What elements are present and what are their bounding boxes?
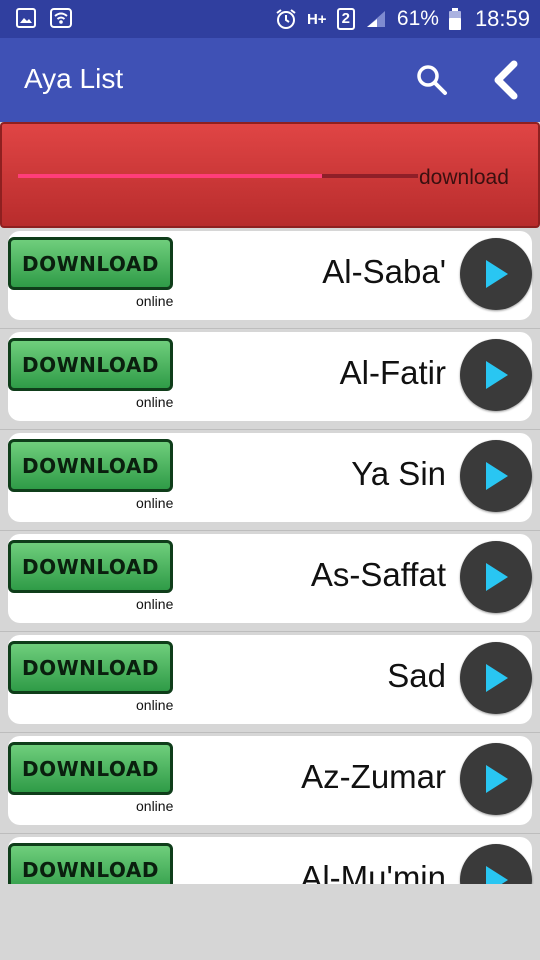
page-title: Aya List — [24, 63, 124, 94]
download-button[interactable]: DOWNLOAD — [8, 540, 173, 593]
aya-title: Ya Sin — [351, 455, 446, 492]
aya-title: Al-Fatir — [339, 354, 446, 391]
play-icon — [486, 765, 508, 793]
list-item-card[interactable]: DOWNLOAD online Sad — [8, 635, 532, 724]
status-label: online — [136, 495, 174, 511]
battery-icon — [448, 8, 461, 30]
play-icon — [486, 866, 508, 884]
status-label: online — [136, 697, 174, 713]
aya-title: Az-Zumar — [301, 758, 446, 795]
list-item[interactable]: DOWNLOAD online As-Saffat — [0, 531, 540, 632]
download-label: download — [419, 166, 509, 189]
download-button[interactable]: DOWNLOAD — [8, 338, 173, 391]
play-icon — [486, 563, 508, 591]
list-item[interactable]: DOWNLOAD online Al-Saba' — [0, 228, 540, 329]
play-icon — [486, 462, 508, 490]
download-progress-fill — [18, 174, 322, 178]
download-button[interactable]: DOWNLOAD — [8, 439, 173, 492]
app-bar: Aya List — [0, 38, 540, 122]
play-button[interactable] — [460, 642, 532, 714]
play-icon — [486, 361, 508, 389]
download-progress-bar — [18, 174, 418, 178]
wifi-icon — [50, 8, 72, 28]
play-button[interactable] — [460, 844, 532, 884]
download-button[interactable]: DOWNLOAD — [8, 641, 173, 694]
download-button[interactable]: DOWNLOAD — [8, 843, 173, 884]
status-label: online — [136, 596, 174, 612]
download-banner: download — [0, 122, 540, 228]
play-icon — [486, 260, 508, 288]
list-item[interactable]: DOWNLOAD online Az-Zumar — [0, 733, 540, 834]
list-item[interactable]: DOWNLOAD online Ya Sin — [0, 430, 540, 531]
aya-list[interactable]: DOWNLOAD online Al-Saba' DOWNLOAD online… — [0, 228, 540, 884]
play-icon — [486, 664, 508, 692]
aya-title: Al-Mu'min — [300, 859, 446, 884]
play-button[interactable] — [460, 541, 532, 613]
list-item-card[interactable]: DOWNLOAD online Al-Mu'min — [8, 837, 532, 884]
play-button[interactable] — [460, 440, 532, 512]
status-label: online — [136, 394, 174, 410]
search-icon[interactable] — [414, 62, 450, 98]
download-button[interactable]: DOWNLOAD — [8, 237, 173, 290]
status-label: online — [136, 798, 174, 814]
aya-title: Al-Saba' — [322, 253, 446, 290]
list-item-card[interactable]: DOWNLOAD online Ya Sin — [8, 433, 532, 522]
status-bar: H+ 2 61% 18:59 — [0, 0, 540, 38]
play-button[interactable] — [460, 339, 532, 411]
aya-title: Sad — [387, 657, 446, 694]
alarm-icon — [276, 9, 296, 29]
image-icon — [16, 8, 36, 28]
play-button[interactable] — [460, 743, 532, 815]
list-item[interactable]: DOWNLOAD online Al-Fatir — [0, 329, 540, 430]
list-item[interactable]: DOWNLOAD online Al-Mu'min — [0, 834, 540, 884]
signal-icon — [366, 11, 385, 27]
list-item-card[interactable]: DOWNLOAD online Al-Fatir — [8, 332, 532, 421]
sim-slot-indicator: 2 — [336, 8, 355, 30]
list-item-card[interactable]: DOWNLOAD online Az-Zumar — [8, 736, 532, 825]
aya-title: As-Saffat — [310, 556, 446, 593]
network-type: H+ — [306, 10, 327, 28]
download-button[interactable]: DOWNLOAD — [8, 742, 173, 795]
list-item-card[interactable]: DOWNLOAD online Al-Saba' — [8, 231, 532, 320]
list-item-card[interactable]: DOWNLOAD online As-Saffat — [8, 534, 532, 623]
clock: 18:59 — [474, 6, 530, 31]
chevron-left-icon[interactable] — [486, 60, 526, 100]
battery-percent: 61% — [396, 7, 439, 30]
list-item[interactable]: DOWNLOAD online Sad — [0, 632, 540, 733]
play-button[interactable] — [460, 238, 532, 310]
status-label: online — [136, 293, 174, 309]
